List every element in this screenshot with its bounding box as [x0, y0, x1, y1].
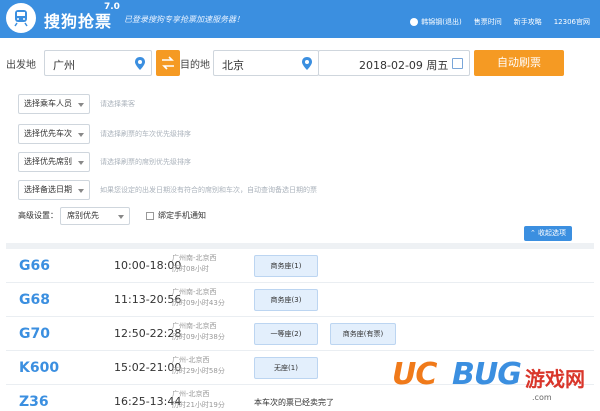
- seat-select-row: 选择优先席别 请选择刷票的席别优先级排序: [18, 152, 578, 172]
- watermark-cn: 游戏网: [525, 367, 585, 391]
- passenger-hint: 请选择乘客: [100, 100, 135, 108]
- train-route: 广州-北京西 历时29小时58分: [172, 356, 225, 375]
- app-slogan: 已登录搜狗专享抢票加速服务器！: [124, 15, 244, 24]
- watermark-bug: BUG: [452, 357, 522, 392]
- swap-stations-button[interactable]: [156, 50, 180, 76]
- train-number: G68: [19, 292, 50, 308]
- collapse-options-button[interactable]: ⌃ 收起选项: [524, 226, 572, 241]
- train-row[interactable]: G70 12:50-22:28 广州南-北京西 历时09小时38分 一等座(2) …: [6, 317, 594, 351]
- train-number: G70: [19, 326, 50, 342]
- to-label: 目的地: [180, 60, 210, 71]
- advanced-settings-value: 席别优先: [67, 211, 99, 220]
- chevron-down-icon: [78, 161, 84, 165]
- phone-notify-checkbox[interactable]: [146, 212, 154, 220]
- seat-option[interactable]: 商务座(1): [254, 255, 318, 277]
- passenger-select[interactable]: 选择乘车人员: [18, 94, 90, 114]
- train-select-row: 选择优先车次 请选择刷票的车次优先级排序: [18, 124, 578, 144]
- location-pin-icon: [135, 57, 145, 70]
- beginner-guide-link[interactable]: 新手攻略: [514, 17, 542, 27]
- train-row[interactable]: G68 11:13-20:56 广州南-北京西 历时09小时43分 商务座(3): [6, 283, 594, 317]
- train-row[interactable]: G66 10:00-18:00 广州南-北京西 历时08小时 商务座(1): [6, 249, 594, 283]
- user-name: 韩锦钢(退出): [421, 18, 462, 26]
- chevron-down-icon: [118, 215, 124, 219]
- train-number: Z36: [19, 394, 49, 410]
- chevron-down-icon: [78, 103, 84, 107]
- app-version: 7.0: [104, 2, 120, 12]
- train-priority-hint: 请选择刷票的车次优先级排序: [100, 130, 191, 138]
- train-logo-icon: [14, 10, 28, 27]
- seat-option[interactable]: 商务座(3): [254, 289, 318, 311]
- search-row: 出发地 广州 目的地 北京 2018-02-09 周五 自动刷票: [6, 50, 594, 76]
- seat-priority-label: 选择优先席别: [24, 157, 72, 166]
- date-select-row: 选择备选日期 如果您设定的出发日期没有符合的席别和车次，自动查询备选日期的票: [18, 180, 578, 200]
- train-priority-label: 选择优先车次: [24, 129, 72, 138]
- location-pin-icon: [302, 57, 312, 70]
- seat-priority-hint: 请选择刷票的席别优先级排序: [100, 158, 191, 166]
- swap-arrows-icon: [162, 56, 174, 70]
- app-header: 搜狗抢票 7.0 已登录搜狗专享抢票加速服务器！ 韩锦钢(退出) 售票时间 新手…: [0, 0, 600, 38]
- seat-priority-select[interactable]: 选择优先席别: [18, 152, 90, 172]
- auto-refresh-button[interactable]: 自动刷票: [474, 50, 564, 76]
- to-station-value: 北京: [222, 59, 244, 72]
- ticket-time-link[interactable]: 售票时间: [474, 17, 502, 27]
- app-logo: [6, 3, 36, 33]
- train-route: 广州南-北京西 历时08小时: [172, 254, 217, 273]
- train-route: 广州-北京西 历时21小时19分: [172, 390, 225, 409]
- from-station-value: 广州: [53, 59, 75, 72]
- user-icon: [410, 18, 419, 26]
- to-station-input[interactable]: 北京: [213, 50, 319, 76]
- seat-option[interactable]: 一等座(2): [254, 323, 318, 345]
- phone-notify-label: 绑定手机通知: [158, 211, 206, 220]
- from-label: 出发地: [6, 60, 36, 71]
- watermark-uc: UC: [392, 357, 437, 392]
- sold-out-message: 本车次的票已经卖完了: [254, 398, 334, 407]
- chevron-up-icon: ⌃: [529, 229, 539, 237]
- date-input[interactable]: 2018-02-09 周五: [318, 50, 470, 76]
- from-station-input[interactable]: 广州: [44, 50, 152, 76]
- train-number: K600: [19, 360, 60, 376]
- chevron-down-icon: [78, 133, 84, 137]
- search-panel: 出发地 广州 目的地 北京 2018-02-09 周五 自动刷票 选择乘车人员 …: [6, 40, 594, 243]
- user-logout-link[interactable]: 韩锦钢(退出): [410, 17, 462, 27]
- watermark-url: .com: [532, 393, 552, 402]
- header-links: 韩锦钢(退出) 售票时间 新手攻略 12306官网: [410, 17, 590, 27]
- app-name: 搜狗抢票: [44, 12, 113, 31]
- seat-option[interactable]: 商务座(有票): [330, 323, 396, 345]
- collapse-options-label: 收起选项: [538, 229, 567, 237]
- train-route: 广州南-北京西 历时09小时43分: [172, 288, 225, 307]
- date-value: 2018-02-09 周五: [359, 59, 449, 72]
- advanced-settings-select[interactable]: 席别优先: [60, 207, 130, 225]
- backup-date-hint: 如果您设定的出发日期没有符合的席别和车次，自动查询备选日期的票: [100, 186, 317, 194]
- passenger-select-label: 选择乘车人员: [24, 99, 72, 108]
- backup-date-label: 选择备选日期: [24, 185, 72, 194]
- train-priority-select[interactable]: 选择优先车次: [18, 124, 90, 144]
- chevron-down-icon: [78, 189, 84, 193]
- advanced-settings-label: 高级设置：: [18, 211, 58, 220]
- calendar-icon[interactable]: [452, 58, 463, 69]
- seat-option[interactable]: 无座(1): [254, 357, 318, 379]
- ucbug-watermark: UC BUG 游戏网 .com: [392, 355, 598, 409]
- passenger-select-row: 选择乘车人员 请选择乘客: [18, 94, 578, 114]
- official-site-link[interactable]: 12306官网: [554, 17, 590, 27]
- backup-date-select[interactable]: 选择备选日期: [18, 180, 90, 200]
- train-route: 广州南-北京西 历时09小时38分: [172, 322, 225, 341]
- train-number: G66: [19, 258, 50, 274]
